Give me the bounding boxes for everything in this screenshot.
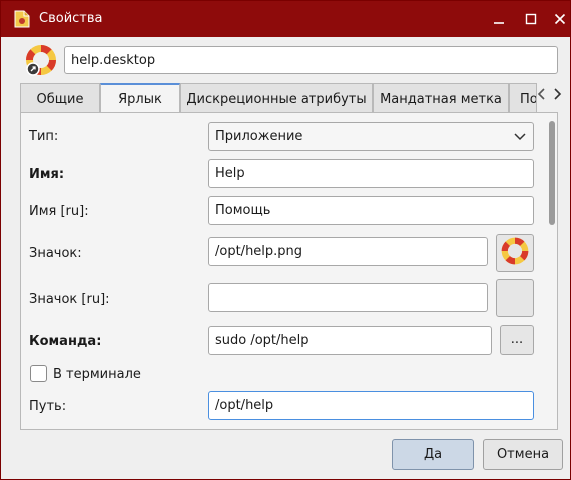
properties-dialog: Свойства Общие Ярлык Дискреционные атриб… [0, 0, 571, 480]
chevron-left-icon[interactable] [535, 87, 549, 107]
browse-command-button[interactable]: ... [500, 325, 534, 355]
path-input[interactable] [208, 391, 534, 420]
in-terminal-label: В терминале [53, 367, 141, 382]
lifebuoy-icon [499, 235, 531, 271]
type-label: Тип: [29, 129, 59, 144]
ok-button[interactable]: Да [392, 439, 474, 470]
minimize-icon[interactable] [489, 9, 509, 29]
icon-path-input[interactable] [208, 237, 488, 266]
shortcut-panel: Тип: Приложение Имя: Имя [ru]: Значок: [20, 112, 558, 430]
scrollbar-thumb[interactable] [549, 121, 555, 225]
window-title: Свойства [39, 11, 103, 26]
name-input[interactable] [208, 159, 534, 188]
close-icon[interactable] [550, 9, 570, 29]
icon-ru-label: Значок [ru]: [29, 292, 110, 307]
command-input[interactable] [208, 326, 492, 355]
icon-ru-path-input[interactable] [208, 283, 488, 312]
type-select[interactable]: Приложение [208, 122, 534, 151]
panel-scrollbar[interactable] [547, 117, 557, 427]
name-label: Имя: [29, 167, 65, 182]
type-select-value: Приложение [215, 129, 303, 144]
icon-picker-button[interactable] [496, 234, 534, 272]
in-terminal-checkbox[interactable] [30, 365, 47, 382]
tab-general[interactable]: Общие [20, 83, 100, 113]
name-ru-input[interactable] [208, 196, 534, 225]
name-ru-label: Имя [ru]: [29, 204, 89, 219]
file-name-input[interactable] [64, 46, 558, 74]
file-properties-icon [14, 10, 30, 28]
path-label: Путь: [29, 399, 67, 414]
chevron-right-icon[interactable] [550, 87, 564, 107]
icon-ru-picker-button[interactable] [496, 279, 534, 317]
title-bar: Свойства [1, 1, 570, 37]
lifebuoy-icon [23, 42, 59, 78]
command-label: Команда: [29, 334, 102, 349]
tab-mandatory-label[interactable]: Мандатная метка [373, 83, 509, 113]
tab-discretionary-attributes[interactable]: Дискреционные атрибуты [180, 83, 373, 113]
tab-bar: Общие Ярлык Дискреционные атрибуты Манда… [20, 83, 562, 114]
icon-label: Значок: [29, 246, 82, 261]
tab-shortcut[interactable]: Ярлык [100, 83, 180, 114]
maximize-icon[interactable] [521, 9, 541, 29]
tab-truncated[interactable]: По [509, 83, 537, 113]
cancel-button[interactable]: Отмена [483, 439, 563, 470]
chevron-down-icon [513, 128, 527, 144]
